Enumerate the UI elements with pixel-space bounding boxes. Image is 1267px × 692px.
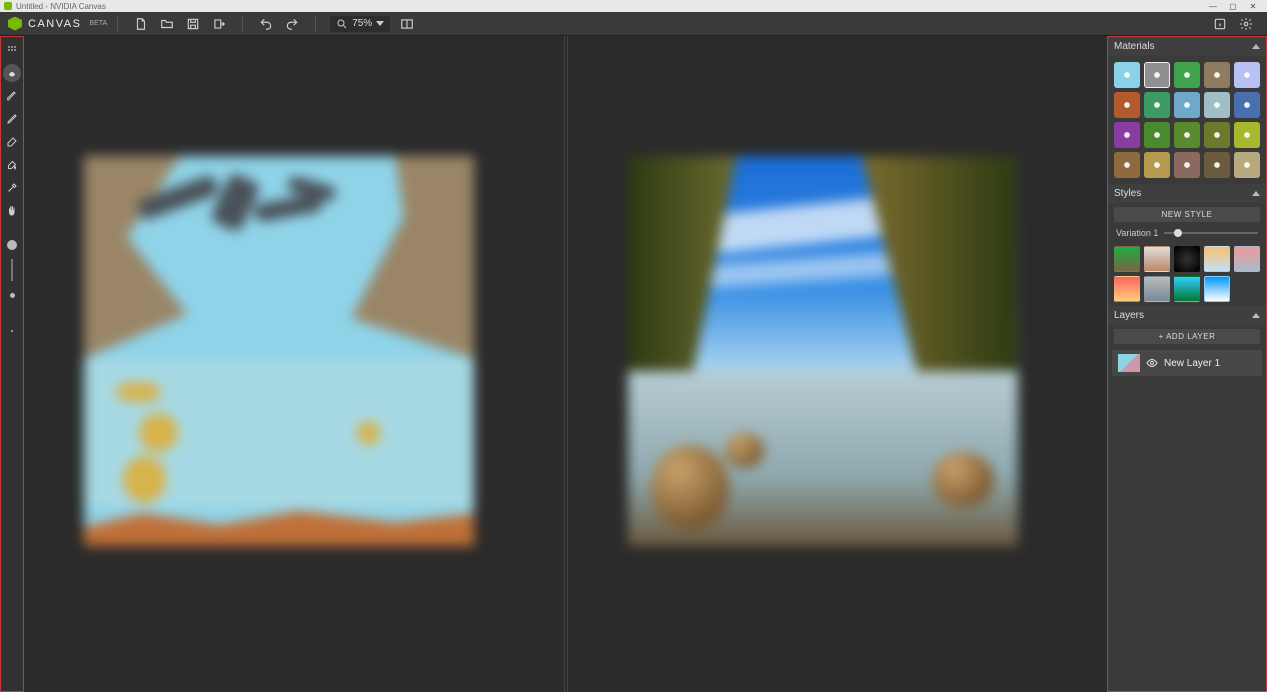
layer-row[interactable]: New Layer 1: [1112, 350, 1262, 376]
material-grass[interactable]: [1144, 92, 1170, 118]
redo-button[interactable]: [283, 15, 301, 33]
material-wood[interactable]: [1204, 122, 1230, 148]
styles-header[interactable]: Styles: [1108, 184, 1266, 203]
render-pane: [568, 36, 1108, 692]
eraser-tool[interactable]: [3, 133, 21, 151]
material-straw[interactable]: [1234, 122, 1260, 148]
new-file-button[interactable]: [132, 15, 150, 33]
material-hill[interactable]: [1174, 62, 1200, 88]
undo-button[interactable]: [257, 15, 275, 33]
style-thumb-5[interactable]: [1114, 276, 1140, 302]
styles-title: Styles: [1114, 188, 1141, 199]
material-flower[interactable]: [1114, 122, 1140, 148]
material-snow[interactable]: [1174, 92, 1200, 118]
material-fog[interactable]: [1234, 62, 1260, 88]
style-thumb-6[interactable]: [1144, 276, 1170, 302]
material-sand[interactable]: [1144, 152, 1170, 178]
materials-grid: [1108, 56, 1266, 184]
export-button[interactable]: [210, 15, 228, 33]
os-titlebar: Untitled - NVIDIA Canvas — ▢ ✕: [0, 0, 1267, 12]
layer-name: New Layer 1: [1164, 358, 1220, 369]
brush-tool[interactable]: [3, 87, 21, 105]
window-minimize[interactable]: —: [1203, 2, 1223, 11]
tool-rail: [0, 36, 24, 692]
magnifier-icon: [336, 18, 348, 30]
chevron-down-icon: [376, 21, 384, 26]
style-thumb-8[interactable]: [1204, 276, 1230, 302]
variation-slider[interactable]: Variation 1: [1108, 226, 1266, 242]
materials-header[interactable]: Materials: [1108, 37, 1266, 56]
window-close[interactable]: ✕: [1243, 2, 1263, 11]
style-thumb-1[interactable]: [1144, 246, 1170, 272]
open-file-button[interactable]: [158, 15, 176, 33]
info-button[interactable]: [1211, 15, 1229, 33]
layers-header[interactable]: Layers: [1108, 306, 1266, 325]
style-thumb-0[interactable]: [1114, 246, 1140, 272]
segmentation-pane[interactable]: [24, 36, 564, 692]
material-sky[interactable]: [1114, 62, 1140, 88]
layer-thumb: [1118, 354, 1140, 372]
zoom-control[interactable]: 75%: [330, 16, 390, 32]
brush-size-min: [3, 322, 21, 340]
style-thumb-3[interactable]: [1204, 246, 1230, 272]
chevron-up-icon: [1252, 191, 1260, 196]
material-pavement[interactable]: [1204, 92, 1230, 118]
settings-button[interactable]: [1237, 15, 1255, 33]
brand: CANVAS BETA: [8, 17, 107, 31]
styles-grid: [1108, 242, 1266, 306]
materials-title: Materials: [1114, 41, 1155, 52]
drag-handle-icon[interactable]: [3, 41, 21, 59]
app-toolbar: CANVAS BETA 75%: [0, 12, 1267, 36]
visibility-icon[interactable]: [1146, 357, 1158, 369]
window-title: Untitled - NVIDIA Canvas: [16, 2, 106, 11]
material-bush[interactable]: [1144, 122, 1170, 148]
render-canvas: [628, 156, 1018, 546]
eyedropper-tool[interactable]: [3, 179, 21, 197]
canvas-area: [24, 36, 1107, 692]
chevron-up-icon: [1252, 44, 1260, 49]
material-stone[interactable]: [1234, 152, 1260, 178]
brand-beta: BETA: [89, 20, 107, 27]
material-gravel[interactable]: [1174, 152, 1200, 178]
pencil-tool[interactable]: [3, 110, 21, 128]
right-panel: Materials Styles NEW STYLE Variation 1 L…: [1107, 36, 1267, 692]
add-layer-button[interactable]: + ADD LAYER: [1114, 329, 1260, 344]
brand-name: CANVAS: [28, 18, 81, 30]
size-track[interactable]: [11, 259, 13, 281]
chevron-up-icon: [1252, 313, 1260, 318]
brush-size-small[interactable]: [3, 286, 21, 304]
pan-tool[interactable]: [3, 202, 21, 220]
material-water[interactable]: [1234, 92, 1260, 118]
save-button[interactable]: [184, 15, 202, 33]
nvidia-logo-icon: [8, 17, 22, 31]
fill-tool[interactable]: [3, 156, 21, 174]
material-mud[interactable]: [1114, 152, 1140, 178]
style-thumb-7[interactable]: [1174, 276, 1200, 302]
style-thumb-2[interactable]: [1174, 246, 1200, 272]
window-maximize[interactable]: ▢: [1223, 2, 1243, 11]
variation-label: Variation 1: [1116, 228, 1158, 238]
material-rock[interactable]: [1204, 152, 1230, 178]
zoom-value: 75%: [352, 18, 372, 29]
material-cloud[interactable]: [1144, 62, 1170, 88]
material-tree[interactable]: [1174, 122, 1200, 148]
brush-size-large[interactable]: [3, 236, 21, 254]
new-style-button[interactable]: NEW STYLE: [1114, 207, 1260, 222]
material-picker-tool[interactable]: [3, 64, 21, 82]
material-mountain[interactable]: [1204, 62, 1230, 88]
layers-title: Layers: [1114, 310, 1144, 321]
app-icon: [4, 2, 12, 10]
material-dirt[interactable]: [1114, 92, 1140, 118]
style-thumb-4[interactable]: [1234, 246, 1260, 272]
split-view-button[interactable]: [398, 15, 416, 33]
segmentation-canvas[interactable]: [84, 156, 474, 546]
